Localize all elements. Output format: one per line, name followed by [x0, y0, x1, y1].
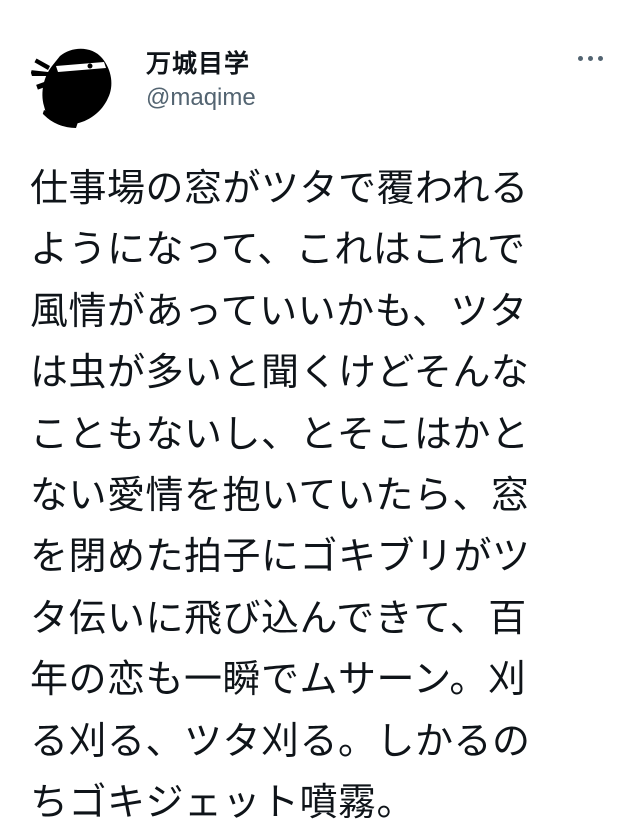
- tweet-text-line: こともないし、とそこはかと: [30, 411, 530, 456]
- tweet-text-line: る刈る、ツタ刈る。しかるの: [30, 718, 531, 763]
- ninja-avatar-icon: [30, 48, 112, 128]
- tweet-text-line: 年の恋も一瞬でムサーン。刈: [30, 657, 527, 702]
- author-avatar[interactable]: [30, 36, 122, 128]
- tweet-text-line: ない愛情を抱いていたら、窓: [30, 473, 530, 518]
- more-horizontal-icon-dot: [597, 55, 603, 61]
- tweet-text-line: 仕事場の窓がツタで覆われる: [30, 166, 529, 210]
- more-horizontal-icon-dot: [587, 55, 593, 61]
- more-options-button[interactable]: [570, 46, 610, 70]
- more-horizontal-icon: [577, 55, 583, 61]
- author-display-name[interactable]: 万城目学: [146, 44, 250, 80]
- tweet-text-line: 風情があっていいかも、ツタ: [30, 288, 528, 333]
- tweet-text-line: は虫が多いと聞くけどそんな: [30, 350, 530, 395]
- tweet-text-line: ちゴキジェット噴霧。: [30, 780, 416, 825]
- author-handle[interactable]: @maqime: [146, 84, 256, 112]
- tweet-card: 万城目学 @maqime 仕事場の窓がツタで覆われる ようになって、これはこれで…: [0, 0, 630, 824]
- tweet-text-line: を閉めた拍子にゴキブリがツ: [30, 534, 531, 579]
- tweet-text: 仕事場の窓がツタで覆われる ようになって、これはこれで 風情があっていいかも、ツ…: [30, 158, 590, 833]
- tweet-text-line: タ伝いに飛び込んできて、百: [30, 595, 527, 640]
- tweet-text-line: ようになって、これはこれで: [30, 227, 526, 272]
